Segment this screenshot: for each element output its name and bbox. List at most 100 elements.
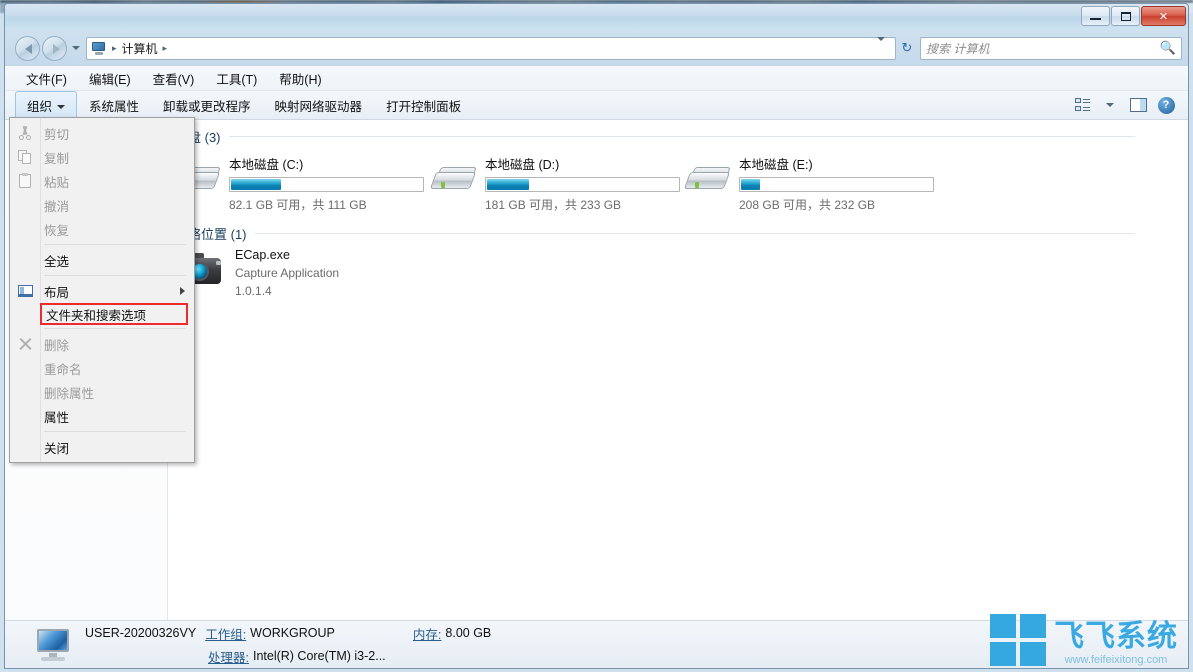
group-header-hard-disks[interactable]: 硬盘 (3) bbox=[175, 127, 1135, 146]
address-dropdown-button[interactable] bbox=[871, 41, 891, 55]
memory-label: 内存: bbox=[413, 624, 441, 643]
monitor-shape bbox=[92, 42, 105, 51]
file-item-ecap[interactable]: ECap.exe Capture Application 1.0.1.4 bbox=[179, 248, 339, 298]
memory-value: 8.00 GB bbox=[445, 626, 491, 640]
hard-disk-icon bbox=[687, 166, 729, 199]
workgroup-label: 工作组: bbox=[205, 624, 246, 643]
group-header-network-locations[interactable]: 网络位置 (1) bbox=[175, 224, 1135, 243]
toolbar-right-group: ? bbox=[1070, 94, 1188, 116]
map-network-drive-button[interactable]: 映射网络驱动器 bbox=[263, 91, 375, 120]
menu-item-remove-properties[interactable]: 删除属性 bbox=[10, 380, 194, 404]
drive-item-d[interactable]: 本地磁盘 (D:) 181 GB 可用，共 233 GB bbox=[433, 152, 680, 213]
computer-icon bbox=[91, 41, 107, 56]
computer-name: USER-20200326VY bbox=[85, 626, 196, 640]
menu-tools[interactable]: 工具(T) bbox=[205, 66, 268, 91]
menu-item-close[interactable]: 关闭 bbox=[10, 435, 194, 459]
chevron-down-icon bbox=[72, 46, 80, 50]
watermark-brand: 飞飞系统 bbox=[1054, 622, 1178, 652]
menu-item-paste[interactable]: 粘贴 bbox=[10, 169, 194, 193]
menu-item-label: 属性 bbox=[44, 407, 69, 426]
menu-help[interactable]: 帮助(H) bbox=[268, 66, 332, 91]
menu-item-label: 重命名 bbox=[44, 359, 82, 378]
forward-button[interactable] bbox=[42, 36, 67, 61]
maximize-icon bbox=[1121, 12, 1131, 21]
delete-icon bbox=[17, 336, 34, 352]
menu-separator-4 bbox=[44, 431, 186, 432]
menu-item-cut[interactable]: 剪切 bbox=[10, 121, 194, 145]
search-placeholder: 搜索 计算机 bbox=[926, 40, 1160, 57]
search-input[interactable]: 搜索 计算机 🔍 bbox=[920, 37, 1182, 60]
address-bar-row: ▸ 计算机 ▸ ↻ 搜索 计算机 🔍 bbox=[5, 30, 1188, 66]
menu-edit[interactable]: 编辑(E) bbox=[78, 66, 142, 91]
capacity-bar bbox=[229, 177, 424, 192]
screenshot-root: ✕ ▸ 计算机 ▸ ↻ 搜索 计算机 bbox=[0, 0, 1193, 672]
menu-item-layout[interactable]: 布局 bbox=[10, 279, 194, 303]
close-button[interactable]: ✕ bbox=[1141, 6, 1186, 26]
menu-view[interactable]: 查看(V) bbox=[142, 66, 206, 91]
change-view-button[interactable] bbox=[1070, 94, 1094, 116]
drive-item-c[interactable]: 本地磁盘 (C:) 82.1 GB 可用，共 111 GB bbox=[177, 152, 424, 213]
uninstall-change-program-button[interactable]: 卸载或更改程序 bbox=[151, 91, 263, 120]
menu-separator-3 bbox=[44, 328, 186, 329]
window-titlebar: ✕ bbox=[5, 4, 1188, 30]
copy-icon bbox=[17, 149, 34, 165]
menu-file[interactable]: 文件(F) bbox=[15, 66, 78, 91]
change-view-dropdown[interactable] bbox=[1098, 94, 1122, 116]
organize-dropdown-menu: 剪切 复制 粘贴 撤消 恢复 全选 布局 文件夹和搜索选项 bbox=[9, 117, 195, 463]
file-name: ECap.exe bbox=[235, 248, 339, 262]
menu-item-undo[interactable]: 撤消 bbox=[10, 193, 194, 217]
command-toolbar: 组织 系统属性 卸载或更改程序 映射网络驱动器 打开控制面板 ? bbox=[5, 91, 1188, 120]
file-version: 1.0.1.4 bbox=[235, 284, 339, 298]
drive-free-space: 82.1 GB 可用，共 111 GB bbox=[229, 196, 424, 213]
submenu-arrow-icon bbox=[180, 287, 185, 295]
menu-item-select-all[interactable]: 全选 bbox=[10, 248, 194, 272]
drive-free-space: 181 GB 可用，共 233 GB bbox=[485, 196, 680, 213]
refresh-button[interactable]: ↻ bbox=[896, 37, 918, 59]
file-info: ECap.exe Capture Application 1.0.1.4 bbox=[235, 248, 339, 298]
organize-label: 组织 bbox=[27, 100, 52, 114]
preview-pane-icon bbox=[1130, 98, 1147, 112]
breadcrumb-separator-2[interactable]: ▸ bbox=[161, 43, 170, 54]
group-divider bbox=[229, 136, 1135, 137]
maximize-button[interactable] bbox=[1111, 6, 1140, 26]
menu-item-label: 复制 bbox=[44, 148, 69, 167]
processor-label: 处理器: bbox=[208, 647, 249, 666]
windows-logo-icon bbox=[990, 614, 1046, 666]
change-view-icon bbox=[1075, 98, 1090, 112]
minimize-button[interactable] bbox=[1081, 6, 1110, 26]
menu-item-copy[interactable]: 复制 bbox=[10, 145, 194, 169]
watermark-text: 飞飞系统 www.feifeixitong.com bbox=[1054, 622, 1178, 666]
group-divider bbox=[255, 233, 1135, 234]
file-list-pane: 硬盘 (3) 本地磁盘 (C:) 82.1 GB 可用，共 111 GB bbox=[169, 120, 1188, 620]
chevron-down-icon bbox=[877, 37, 885, 55]
menu-item-label: 关闭 bbox=[44, 438, 69, 457]
menu-item-redo[interactable]: 恢复 bbox=[10, 217, 194, 241]
menu-item-folder-and-search-options[interactable]: 文件夹和搜索选项 bbox=[40, 303, 188, 325]
menu-item-properties[interactable]: 属性 bbox=[10, 404, 194, 428]
menu-bar: 文件(F) 编辑(E) 查看(V) 工具(T) 帮助(H) bbox=[5, 66, 1188, 91]
menu-item-delete[interactable]: 删除 bbox=[10, 332, 194, 356]
help-button[interactable]: ? bbox=[1154, 94, 1178, 116]
breadcrumb-separator-1: ▸ bbox=[110, 43, 119, 54]
open-control-panel-button[interactable]: 打开控制面板 bbox=[374, 91, 473, 120]
system-properties-button[interactable]: 系统属性 bbox=[77, 91, 151, 120]
preview-pane-button[interactable] bbox=[1126, 94, 1150, 116]
drive-item-e[interactable]: 本地磁盘 (E:) 208 GB 可用，共 232 GB bbox=[687, 152, 934, 213]
menu-item-label: 删除 bbox=[44, 335, 69, 354]
menu-item-label: 布局 bbox=[44, 282, 69, 301]
organize-button[interactable]: 组织 bbox=[15, 91, 77, 120]
menu-item-label: 恢复 bbox=[44, 220, 69, 239]
window-controls: ✕ bbox=[1081, 6, 1186, 26]
drive-name: 本地磁盘 (D:) bbox=[485, 154, 680, 173]
breadcrumb-computer[interactable]: 计算机 bbox=[119, 40, 161, 57]
back-button[interactable] bbox=[15, 36, 40, 61]
navigation-buttons bbox=[15, 36, 82, 61]
drive-free-space: 208 GB 可用，共 232 GB bbox=[739, 196, 934, 213]
drive-info: 本地磁盘 (D:) 181 GB 可用，共 233 GB bbox=[485, 152, 680, 213]
capacity-bar bbox=[485, 177, 680, 192]
drive-info: 本地磁盘 (C:) 82.1 GB 可用，共 111 GB bbox=[229, 152, 424, 213]
menu-item-rename[interactable]: 重命名 bbox=[10, 356, 194, 380]
recent-pages-button[interactable] bbox=[69, 38, 82, 58]
status-details: USER-20200326VY 工作组: WORKGROUP 内存: 8.00 … bbox=[85, 624, 491, 666]
address-input[interactable]: ▸ 计算机 ▸ bbox=[86, 37, 896, 60]
